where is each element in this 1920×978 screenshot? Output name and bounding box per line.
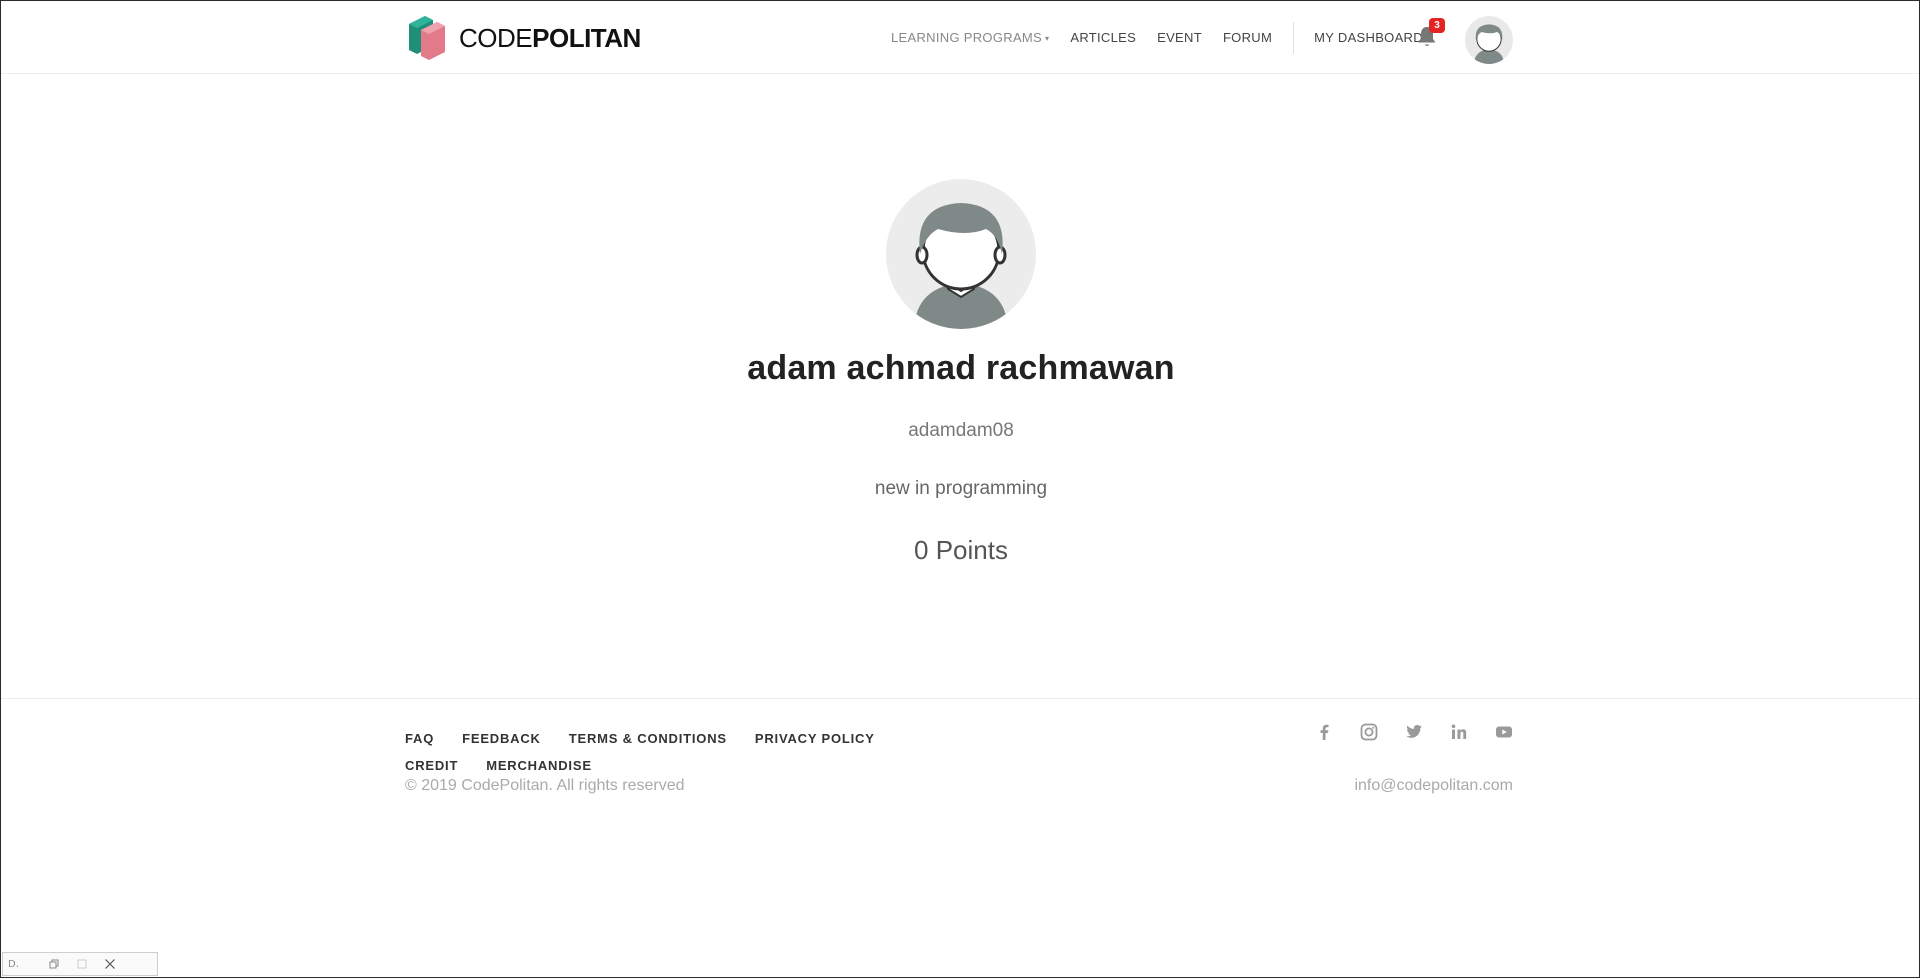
close-icon[interactable] [100,955,120,973]
nav-forum[interactable]: FORUM [1223,30,1272,45]
main-nav: LEARNING PROGRAMS ▾ ARTICLES EVENT FORUM … [891,1,1444,74]
nav-articles[interactable]: ARTICLES [1070,30,1136,45]
youtube-icon[interactable] [1491,719,1517,745]
avatar-icon [1473,24,1505,64]
footer-link-terms[interactable]: TERMS & CONDITIONS [569,725,727,752]
logo-wordmark: CODEPOLITAN [459,22,641,53]
profile-avatar-icon [914,203,1008,329]
profile-avatar [886,179,1036,329]
profile-bio: new in programming [874,478,1048,499]
footer-link-merchandise[interactable]: MERCHANDISE [486,752,592,779]
logo-mark-icon [409,16,445,60]
nav-learning-programs[interactable]: LEARNING PROGRAMS ▾ [891,30,1049,45]
contact-email[interactable]: info@codepolitan.com [1354,777,1513,795]
footer-links: FAQ FEEDBACK TERMS & CONDITIONS PRIVACY … [405,725,965,779]
user-avatar[interactable] [1465,16,1513,64]
linkedin-icon[interactable] [1446,719,1472,745]
restore-icon[interactable] [44,955,64,973]
footer-link-feedback[interactable]: FEEDBACK [462,725,541,752]
nav-my-dashboard[interactable]: MY DASHBOARD [1314,30,1423,45]
footer-link-faq[interactable]: FAQ [405,725,434,752]
chevron-down-icon: ▾ [1045,34,1050,44]
footer: FAQ FEEDBACK TERMS & CONDITIONS PRIVACY … [1,698,1919,819]
profile-full-name: adam achmad rachmawan [747,349,1175,387]
footer-link-privacy[interactable]: PRIVACY POLICY [755,725,875,752]
codepolitan-logo[interactable]: CODEPOLITAN [405,16,641,60]
nav-divider [1293,21,1295,54]
top-header: CODEPOLITAN LEARNING PROGRAMS ▾ ARTICLES … [1,1,1919,74]
instagram-icon[interactable] [1356,719,1382,745]
profile-points: 0 Points [914,535,1008,565]
minimized-window[interactable]: D. [2,952,158,976]
nav-event[interactable]: EVENT [1157,30,1202,45]
social-links [1311,719,1517,745]
profile-username: adamdam08 [908,420,1014,441]
twitter-icon[interactable] [1401,719,1427,745]
footer-link-credit[interactable]: CREDIT [405,752,458,779]
maximize-icon[interactable] [72,955,92,973]
facebook-icon[interactable] [1311,719,1337,745]
notification-badge: 3 [1429,18,1445,33]
copyright-text: © 2019 CodePolitan. All rights reserved [405,777,685,794]
page: CODEPOLITAN LEARNING PROGRAMS ▾ ARTICLES … [0,0,1920,978]
mini-window-title: D. [8,958,19,970]
